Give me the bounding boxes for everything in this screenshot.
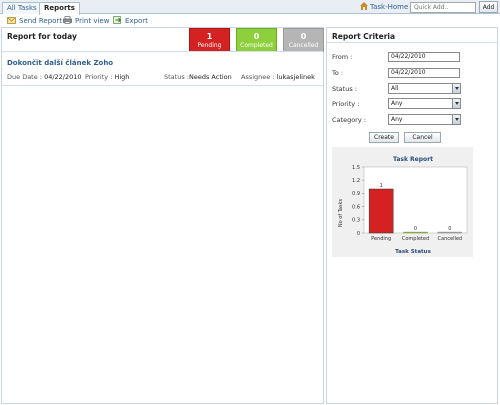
tab-reports[interactable]: Reports [39,2,80,15]
chevron-down-icon [452,115,460,124]
completed-label: Completed [240,42,273,49]
to-label: To : [332,69,344,77]
category-filter-label: Category : [332,116,366,124]
criteria-title: Report Criteria [332,32,396,41]
from-date-field[interactable]: 04/22/2010 [388,52,460,62]
task-home-label: Task-Home [370,3,409,11]
create-button[interactable]: Create [369,132,399,143]
status-value: Needs Action [188,73,232,81]
y-tick-label: 1.2 [352,178,360,184]
priority-label: Priority : [85,73,113,81]
tab-all-tasks[interactable]: All Tasks [2,2,42,14]
chevron-down-icon [452,84,460,93]
task-home-link[interactable]: Task-Home [360,2,408,12]
bar-data-label: 0 [448,226,451,232]
cancelled-label: Cancelled [288,42,319,49]
x-tick-label: Cancelled [438,236,463,242]
export-button[interactable]: Export [113,16,148,26]
print-view-label: Print view [75,17,110,25]
completed-count-badge[interactable]: 0 Completed [236,28,277,52]
chart-bar [403,231,428,234]
chevron-down-icon [452,99,460,108]
assignee-label: Assignee : [241,73,275,81]
completed-count: 0 [253,32,260,41]
task-status: Status :Needs Action [164,73,232,81]
chart-bar [437,231,462,234]
task-report-chart-svg: Task Report Task Status No of Tasks 0 0.3… [338,156,468,255]
pending-label: Pending [197,42,222,49]
chart-xlabel: Task Status [395,249,431,255]
task-due-date: Due Date : 04/22/2010 [7,73,82,81]
task-row-divider [2,85,323,86]
printer-icon [63,16,72,24]
chart-title: Task Report [393,156,433,163]
cancelled-count: 0 [300,32,307,41]
export-label: Export [125,17,148,25]
cancel-button[interactable]: Cancel [404,132,441,143]
x-tick-label: Pending [371,236,391,242]
report-panel: Report for today 1 Pending 0 Completed 0… [1,27,324,404]
status-label: Status : [164,73,189,81]
status-select[interactable]: All [388,83,461,94]
criteria-header-divider [327,42,497,43]
task-assignee: Assignee : lukasjelinek [241,73,315,81]
y-tick-label: 1.5 [352,165,360,171]
cancelled-count-badge[interactable]: 0 Cancelled [283,28,324,52]
to-date-field[interactable]: 04/22/2010 [388,68,460,78]
category-select-value: Any [391,116,403,123]
send-report-button[interactable]: Send Report [7,16,62,26]
export-icon [113,16,122,24]
task-priority: Priority : High [85,73,129,81]
status-filter-label: Status : [332,85,357,93]
priority-value: High [114,73,130,81]
send-report-label: Send Report [19,17,63,25]
toolbar: Send Report Print view Export [0,15,500,27]
from-label: From : [332,53,353,61]
y-tick-label: 0 [357,231,360,237]
priority-select-value: Any [391,100,403,107]
category-select[interactable]: Any [388,114,461,125]
task-report-chart: Task Report Task Status No of Tasks 0 0.3… [332,147,473,257]
due-date-label: Due Date : [7,73,42,81]
report-criteria-panel: Report Criteria From : 04/22/2010 To : 0… [326,27,498,404]
due-date-value: 04/22/2010 [44,73,82,81]
report-title: Report for today [7,32,77,41]
y-tick-label: 0.6 [352,204,360,210]
print-view-button[interactable]: Print view [63,16,109,26]
priority-filter-label: Priority : [332,100,360,108]
chart-bar [368,188,394,234]
priority-select[interactable]: Any [388,98,461,109]
y-tick-label: 0.3 [352,218,360,224]
pending-count-badge[interactable]: 1 Pending [189,28,230,52]
x-tick-label: Completed [402,236,429,242]
chart-ylabel: No of Tasks [338,199,344,228]
task-title-link[interactable]: Dokončit další článek Zoho [7,59,113,67]
send-report-icon [7,16,16,24]
report-header-divider [2,51,323,52]
add-button[interactable]: Add [479,1,498,13]
home-icon [360,2,368,10]
bar-data-label: 1 [380,183,383,189]
y-tick-label: 0.9 [352,191,360,197]
pending-count: 1 [206,32,213,41]
assignee-value: lukasjelinek [276,73,315,81]
quick-add-input[interactable] [410,2,476,13]
status-select-value: All [391,85,399,92]
bar-data-label: 0 [414,226,417,232]
top-tab-bar: All Tasks Reports Task-Home Add [0,0,500,15]
